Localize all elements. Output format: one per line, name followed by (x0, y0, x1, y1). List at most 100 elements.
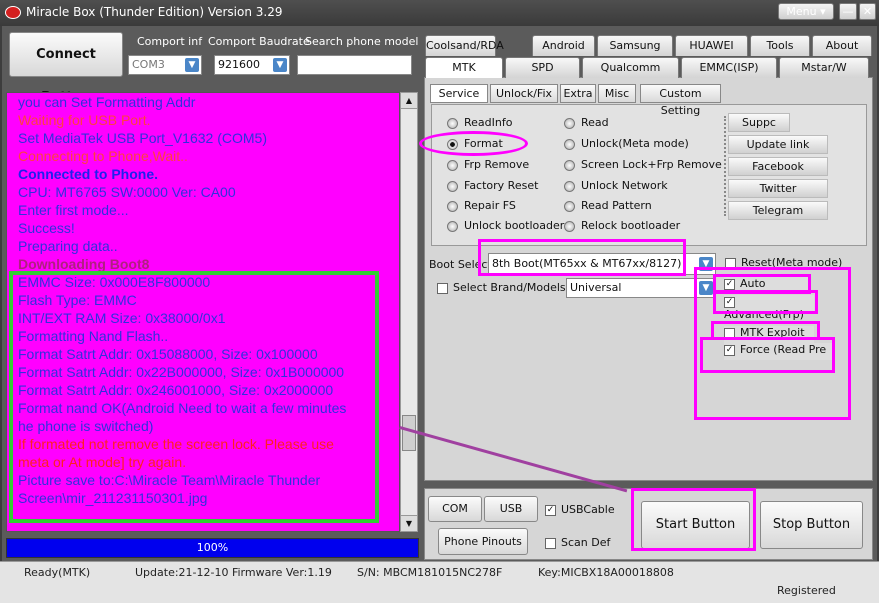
log-line: Success! (18, 220, 75, 236)
radio-icon (564, 138, 575, 150)
subtab-custom-setting[interactable]: Custom Setting (640, 84, 721, 117)
side-button-twitter[interactable]: Twitter (728, 179, 828, 198)
log-line: you can Set Formatting Addr (18, 94, 196, 110)
phone-pinouts-button[interactable]: Phone Pinouts (438, 528, 528, 555)
tab-about[interactable]: About (812, 35, 872, 56)
radio-screen-lock-frp-remove[interactable]: Screen Lock+Frp Remove (564, 158, 722, 171)
radio-read-pattern[interactable]: Read Pattern (564, 199, 652, 212)
radio-frp-remove[interactable]: Frp Remove (447, 158, 529, 171)
menu-button[interactable]: Menu ▾ (778, 3, 834, 20)
green-highlight-box (9, 271, 379, 523)
close-icon[interactable]: ✕ (859, 3, 876, 20)
scroll-down-icon[interactable]: ▼ (401, 515, 417, 531)
radio-readinfo[interactable]: ReadInfo (447, 116, 512, 129)
subtab-misc[interactable]: Misc (598, 84, 636, 103)
radio-label: Unlock bootloader (464, 219, 565, 232)
baudrate-select[interactable]: 921600 ▼ (214, 55, 290, 75)
title-bar: Miracle Box (Thunder Edition) Version 3.… (0, 0, 879, 26)
search-phone-input[interactable] (297, 55, 412, 75)
radio-unlock-network[interactable]: Unlock Network (564, 179, 668, 192)
scan-def-label: Scan Def (561, 536, 611, 549)
radio-unlock-bootloader[interactable]: Unlock bootloader (447, 219, 564, 232)
log-line: Set MediaTek USB Port_V1632 (COM5) (18, 130, 267, 146)
radio-repair-fs[interactable]: Repair FS (447, 199, 516, 212)
subtab-extra[interactable]: Extra (560, 84, 596, 103)
chevron-down-icon: ▼ (273, 58, 287, 72)
log-line: Connected to Phone. (18, 166, 158, 182)
scan-def-checkbox[interactable]: Scan Def (545, 536, 610, 549)
status-sn: S/N: MBCM181015NC278F (357, 566, 503, 579)
usb-cable-checkbox[interactable]: ✓ USBCable (545, 503, 615, 516)
radio-label: ReadInfo (464, 116, 513, 129)
radio-label: Unlock(Meta mode) (581, 137, 689, 150)
force-highlight (700, 337, 835, 373)
side-button-suppc[interactable]: Suppc (728, 113, 790, 132)
minimize-icon[interactable]: — (839, 3, 857, 20)
radio-icon (564, 200, 575, 212)
radio-label: Format (464, 137, 503, 150)
usb-scan-button[interactable]: USB Scan (484, 496, 538, 539)
comport-value: COM3 (132, 58, 165, 71)
comport-select[interactable]: COM3 ▼ (128, 55, 202, 75)
side-button-update-link[interactable]: Update link (728, 135, 828, 154)
radio-label: Frp Remove (464, 158, 530, 171)
window-title: Miracle Box (Thunder Edition) Version 3.… (26, 5, 283, 19)
tab-huawei[interactable]: HUAWEI (675, 35, 748, 56)
radio-icon (447, 159, 458, 171)
radio-icon (564, 220, 575, 232)
radio-format[interactable]: Format (447, 137, 503, 150)
comport-label: Comport inf (137, 35, 203, 48)
search-label: Search phone model (305, 35, 419, 48)
tab-emmc-isp-[interactable]: EMMC(ISP) (681, 57, 777, 78)
radio-icon (564, 159, 575, 171)
subtab-service[interactable]: Service (430, 84, 488, 103)
advanced-highlight (713, 290, 818, 314)
radio-label: Read Pattern (581, 199, 652, 212)
radio-label: Factory Reset (464, 179, 539, 192)
chevron-down-icon: ▼ (185, 58, 199, 72)
tab-mstar-w[interactable]: Mstar/W (779, 57, 869, 78)
radio-icon (564, 180, 575, 192)
log-line: Waiting for USB Port. (18, 112, 151, 128)
status-state: Ready(MTK) (24, 566, 91, 579)
boot-highlight (478, 239, 686, 276)
brand-select-value: Universal (570, 281, 622, 294)
tab-samsung[interactable]: Samsung (597, 35, 673, 56)
radio-factory-reset[interactable]: Factory Reset (447, 179, 538, 192)
tab-qualcomm[interactable]: Qualcomm (582, 57, 679, 78)
com-scan-button[interactable]: COM Scan (428, 496, 482, 539)
tab-mtk[interactable]: MTK (425, 57, 503, 78)
subtab-unlock-fix[interactable]: Unlock/Fix (490, 84, 558, 103)
side-button-telegram[interactable]: Telegram (728, 201, 828, 220)
radio-read[interactable]: Read (564, 116, 609, 129)
radio-unlock-meta-mode-[interactable]: Unlock(Meta mode) (564, 137, 689, 150)
radio-icon (447, 200, 458, 212)
progress-bar: 100% (6, 538, 419, 558)
radio-relock-bootloader[interactable]: Relock bootloader (564, 219, 680, 232)
status-bar: Ready(MTK) Update:21-12-10 Firmware Ver:… (0, 561, 879, 603)
tab-spd[interactable]: SPD (505, 57, 580, 78)
scroll-up-icon[interactable]: ▲ (401, 93, 417, 109)
select-brand-checkbox[interactable]: Select Brand/Models (437, 281, 566, 294)
log-scrollbar[interactable]: ▲ ▼ (400, 92, 418, 532)
radio-label: Relock bootloader (581, 219, 681, 232)
tab-android[interactable]: Android (532, 35, 595, 56)
radio-label: Unlock Network (581, 179, 668, 192)
app-icon (5, 6, 21, 19)
stop-button[interactable]: Stop Button (760, 501, 863, 549)
usb-cable-label: USBCable (561, 503, 615, 516)
side-button-facebook[interactable]: Facebook (728, 157, 828, 176)
baudrate-label: Comport Baudrate (208, 35, 310, 48)
connect-button[interactable]: Connect Button (9, 32, 123, 105)
radio-icon (447, 117, 458, 129)
log-line: Connecting to Phone,Wait.. (18, 148, 188, 164)
log-line: Enter first mode... (18, 202, 129, 218)
radio-icon (564, 117, 575, 129)
tab-tools[interactable]: Tools (750, 35, 810, 56)
checkbox-icon (437, 282, 448, 294)
tab-coolsand-rda[interactable]: Coolsand/RDA (425, 35, 504, 56)
status-registered: Registered (777, 584, 836, 597)
checkbox-icon (545, 537, 556, 549)
check-icon: ✓ (545, 504, 556, 516)
radio-icon (447, 180, 458, 192)
